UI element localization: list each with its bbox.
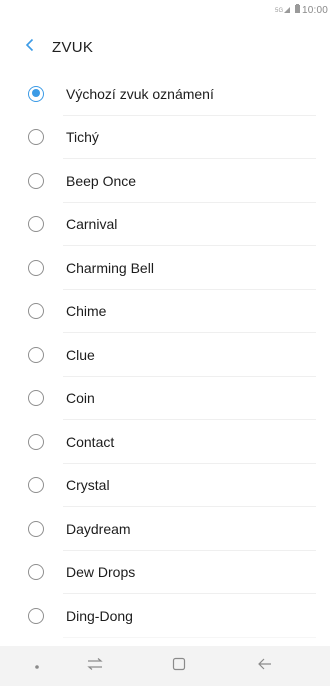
- navigation-bar: [0, 646, 330, 686]
- sound-option-carnival[interactable]: Carnival: [0, 203, 330, 247]
- signal-icon: 5G: [275, 5, 293, 16]
- page-title: ZVUK: [52, 38, 94, 56]
- status-icons: 5G 10:00: [275, 4, 328, 16]
- sound-option-ding-dong[interactable]: Ding-Dong: [0, 594, 330, 638]
- back-arrow-icon: [257, 657, 273, 676]
- sound-option-chime[interactable]: Chime: [0, 290, 330, 334]
- app-header: ZVUK: [0, 22, 330, 72]
- home-button[interactable]: [159, 646, 199, 686]
- sound-option-tichy[interactable]: Tichý: [0, 116, 330, 160]
- sound-option-beep-once[interactable]: Beep Once: [0, 159, 330, 203]
- sound-option-dew-drops[interactable]: Dew Drops: [0, 551, 330, 595]
- dot-icon: [34, 657, 40, 675]
- sound-option-charming-bell[interactable]: Charming Bell: [0, 246, 330, 290]
- radio-button[interactable]: [28, 259, 44, 276]
- sound-option-contact[interactable]: Contact: [0, 420, 330, 464]
- recent-apps-icon: [86, 657, 104, 676]
- sound-option-label: Dew Drops: [66, 564, 136, 581]
- sound-option-label: Tichý: [66, 129, 99, 146]
- radio-button-selected[interactable]: [28, 85, 44, 102]
- sound-list: Výchozí zvuk oznámení Tichý Beep Once Ca…: [0, 72, 330, 638]
- sound-option-label: Clue: [66, 346, 95, 363]
- radio-button[interactable]: [28, 477, 44, 494]
- chevron-left-icon: [25, 38, 35, 57]
- svg-text:5G: 5G: [275, 8, 284, 14]
- sound-option-label: Výchozí zvuk oznámení: [66, 85, 214, 102]
- radio-button[interactable]: [28, 129, 44, 146]
- sound-option-crystal[interactable]: Crystal: [0, 464, 330, 508]
- radio-button[interactable]: [28, 433, 44, 450]
- sound-option-clue[interactable]: Clue: [0, 333, 330, 377]
- sound-option-label: Ding-Dong: [66, 607, 133, 624]
- radio-button[interactable]: [28, 216, 44, 233]
- sound-option-vychozi[interactable]: Výchozí zvuk oznámení: [0, 72, 330, 116]
- recent-apps-button[interactable]: [75, 646, 115, 686]
- home-icon: [172, 657, 186, 676]
- status-time: 10:00: [301, 4, 328, 16]
- radio-button[interactable]: [28, 303, 44, 320]
- radio-button[interactable]: [28, 346, 44, 363]
- battery-icon: [294, 4, 300, 16]
- sound-option-label: Carnival: [66, 216, 118, 233]
- radio-button[interactable]: [28, 607, 44, 624]
- back-nav-button[interactable]: [245, 646, 285, 686]
- radio-button[interactable]: [28, 390, 44, 407]
- sound-option-label: Beep Once: [66, 172, 137, 189]
- sound-option-label: Charming Bell: [66, 259, 154, 276]
- sound-option-daydream[interactable]: Daydream: [0, 507, 330, 551]
- back-button[interactable]: [10, 27, 50, 67]
- sound-option-label: Crystal: [66, 477, 110, 494]
- nav-dot-button[interactable]: [17, 646, 57, 686]
- radio-button[interactable]: [28, 564, 44, 581]
- sound-option-label: Contact: [66, 433, 115, 450]
- radio-button[interactable]: [28, 172, 44, 189]
- sound-option-label: Coin: [66, 390, 95, 407]
- sound-option-label: Chime: [66, 303, 107, 320]
- status-bar: 5G 10:00: [0, 0, 330, 22]
- radio-button[interactable]: [28, 520, 44, 537]
- sound-option-coin[interactable]: Coin: [0, 377, 330, 421]
- sound-option-label: Daydream: [66, 520, 131, 537]
